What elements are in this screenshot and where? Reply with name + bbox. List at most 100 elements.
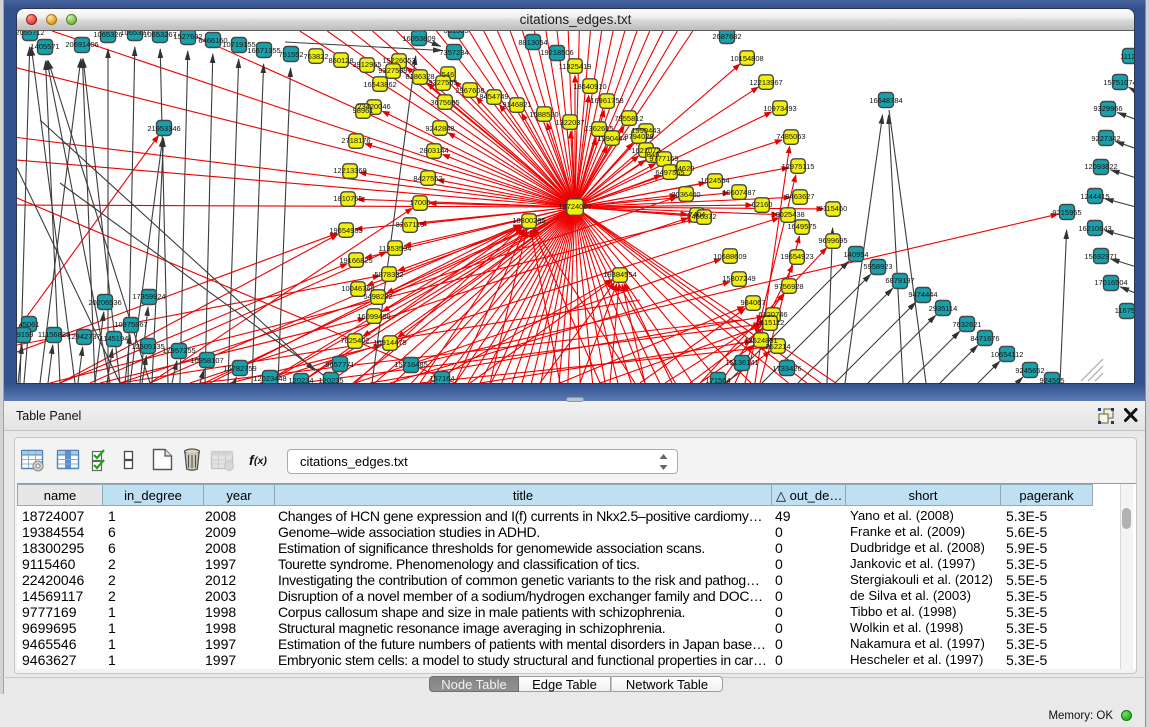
svg-text:11156829: 11156829 xyxy=(38,330,70,339)
svg-text:2687682: 2687682 xyxy=(712,32,741,41)
svg-text:9474444: 9474444 xyxy=(908,290,937,299)
svg-text:19654923: 19654923 xyxy=(780,252,813,261)
svg-text:19654985: 19654985 xyxy=(329,226,362,235)
svg-text:10975867: 10975867 xyxy=(114,320,147,329)
svg-text:881305: 881305 xyxy=(443,31,468,35)
svg-text:140954: 140954 xyxy=(843,250,868,259)
svg-text:12093822: 12093822 xyxy=(1084,162,1117,171)
svg-text:17359924: 17359924 xyxy=(132,292,165,301)
svg-text:62160: 62160 xyxy=(752,200,773,209)
svg-text:984067: 984067 xyxy=(740,298,765,307)
svg-text:19384554: 19384554 xyxy=(603,270,636,279)
svg-text:9215955: 9215955 xyxy=(1052,208,1081,217)
svg-text:3675685: 3675685 xyxy=(430,98,459,107)
svg-text:9777169: 9777169 xyxy=(649,154,678,163)
svg-text:9242848: 9242848 xyxy=(425,124,454,133)
svg-text:9227342: 9227342 xyxy=(1091,134,1120,143)
svg-text:16210643: 16210643 xyxy=(1078,224,1111,233)
svg-text:1145194: 1145194 xyxy=(100,334,129,343)
svg-text:1322037: 1322037 xyxy=(555,118,584,127)
svg-text:11325419: 11325419 xyxy=(559,62,592,71)
svg-text:98961: 98961 xyxy=(353,106,374,115)
svg-text:7357234: 7357234 xyxy=(439,48,468,57)
svg-text:18724007: 18724007 xyxy=(558,202,591,211)
svg-text:16099489: 16099489 xyxy=(357,312,390,321)
svg-text:763822: 763822 xyxy=(303,52,328,61)
svg-text:10607487: 10607487 xyxy=(722,188,755,197)
svg-text:15751074: 15751074 xyxy=(1103,78,1134,87)
svg-text:7955812: 7955812 xyxy=(614,114,643,123)
svg-text:9699695: 9699695 xyxy=(818,236,847,245)
svg-text:11123: 11123 xyxy=(1120,52,1134,61)
svg-text:10973493: 10973493 xyxy=(763,104,796,113)
svg-text:17957255: 17957255 xyxy=(162,346,195,355)
svg-text:10688609: 10688609 xyxy=(713,252,746,261)
svg-text:39159: 39159 xyxy=(17,330,33,339)
svg-text:10653267: 10653267 xyxy=(143,31,176,39)
svg-text:924565: 924565 xyxy=(1039,376,1064,383)
svg-text:10654112: 10654112 xyxy=(991,350,1024,359)
svg-text:15716485: 15716485 xyxy=(394,360,427,369)
svg-text:9115460: 9115460 xyxy=(819,204,848,213)
svg-text:3912955: 3912955 xyxy=(352,60,381,69)
svg-text:6879197: 6879197 xyxy=(885,276,914,285)
svg-text:17006: 17006 xyxy=(410,198,431,207)
svg-text:8267110: 8267110 xyxy=(396,220,425,229)
svg-text:486372: 486372 xyxy=(691,212,716,221)
svg-text:16961758: 16961758 xyxy=(590,96,623,105)
svg-text:116753: 116753 xyxy=(1115,306,1134,315)
svg-text:7625402: 7625402 xyxy=(340,336,369,345)
svg-text:18300295: 18300295 xyxy=(512,216,545,225)
svg-text:2935114: 2935114 xyxy=(929,304,958,313)
svg-text:1624554: 1624554 xyxy=(700,176,729,185)
svg-text:16671355: 16671355 xyxy=(247,46,280,55)
svg-text:751552: 751552 xyxy=(278,50,303,59)
svg-text:2718176: 2718176 xyxy=(341,136,370,145)
svg-text:9463627: 9463627 xyxy=(785,192,814,201)
svg-text:20206536: 20206536 xyxy=(88,298,121,307)
svg-text:1649575: 1649575 xyxy=(787,222,816,231)
svg-text:15136141: 15136141 xyxy=(725,358,758,367)
svg-text:14620: 14620 xyxy=(674,164,695,173)
svg-text:1405571: 1405571 xyxy=(30,42,59,51)
svg-text:9657771: 9657771 xyxy=(325,360,354,369)
svg-text:12023448: 12023448 xyxy=(253,374,286,383)
svg-text:12213369: 12213369 xyxy=(333,166,366,175)
svg-text:1065326: 1065326 xyxy=(93,31,122,39)
svg-text:18640910: 18640910 xyxy=(573,82,606,91)
svg-text:45061: 45061 xyxy=(19,320,40,329)
svg-text:16053809: 16053809 xyxy=(402,34,435,43)
svg-text:15807249: 15807249 xyxy=(722,274,755,283)
svg-text:1733426: 1733426 xyxy=(772,364,801,373)
svg-text:21953346: 21953346 xyxy=(147,124,180,133)
svg-text:12975115: 12975115 xyxy=(782,162,815,171)
svg-text:9329966: 9329966 xyxy=(1093,104,1122,113)
svg-text:1990444: 1990444 xyxy=(597,134,626,143)
svg-text:16782759: 16782759 xyxy=(223,364,256,373)
svg-text:7632621: 7632621 xyxy=(952,320,981,329)
svg-text:9327505: 9327505 xyxy=(428,78,457,87)
svg-text:2803144: 2803144 xyxy=(419,146,448,155)
svg-text:7485063: 7485063 xyxy=(776,132,805,141)
svg-text:10958107: 10958107 xyxy=(190,356,223,365)
svg-text:20691406: 20691406 xyxy=(65,40,98,49)
svg-text:10025438: 10025438 xyxy=(771,210,804,219)
svg-text:16914479: 16914479 xyxy=(373,338,406,347)
svg-text:9794028: 9794028 xyxy=(624,132,653,141)
svg-text:2055712: 2055712 xyxy=(17,31,45,37)
svg-text:19166825: 19166825 xyxy=(339,256,372,265)
svg-text:15226053: 15226053 xyxy=(382,56,415,65)
svg-text:252214: 252214 xyxy=(765,342,790,351)
svg-text:1244415: 1244415 xyxy=(1080,192,1109,201)
svg-text:1588520: 1588520 xyxy=(529,110,558,119)
svg-text:171564: 171564 xyxy=(705,376,730,383)
svg-text:9756928: 9756928 xyxy=(774,282,803,291)
svg-text:8813054: 8813054 xyxy=(518,38,547,47)
svg-text:5958923: 5958923 xyxy=(863,262,892,271)
svg-text:8427552: 8427552 xyxy=(413,174,442,183)
svg-text:11353594: 11353594 xyxy=(379,244,412,253)
svg-text:860128: 860128 xyxy=(328,56,353,65)
svg-text:1615112: 1615112 xyxy=(756,318,785,327)
svg-text:2036440: 2036440 xyxy=(671,190,700,199)
svg-text:120234: 120234 xyxy=(288,376,313,383)
